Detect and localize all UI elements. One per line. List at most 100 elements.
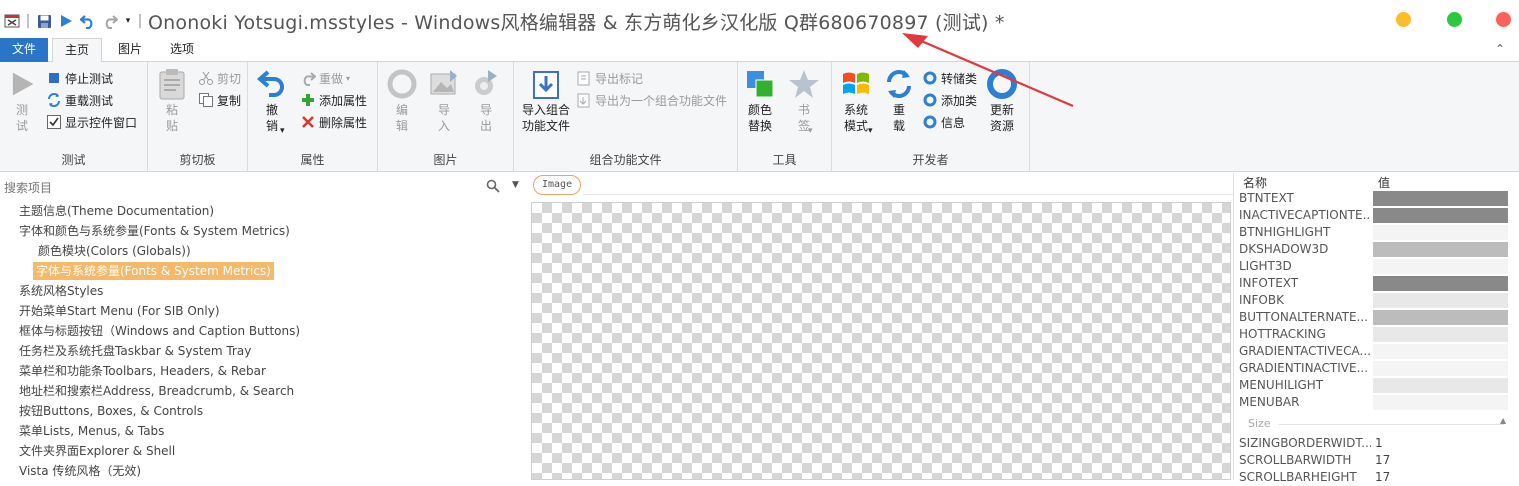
chevron-down-icon[interactable]: ▾ <box>808 126 813 136</box>
color-swatch[interactable] <box>1373 259 1508 274</box>
cut-button[interactable]: 剪切 <box>198 68 241 88</box>
reload-test-button[interactable]: 重载测试 <box>46 90 113 110</box>
import-aggregate-button[interactable]: 导入组合 功能文件 <box>518 68 574 134</box>
maximize-button[interactable] <box>1447 12 1462 27</box>
color-replace-button[interactable]: 颜色 替换 <box>742 68 778 134</box>
tab-options[interactable]: 选项 <box>160 38 204 62</box>
color-swatch[interactable] <box>1373 344 1508 359</box>
aggregate-group: 导入组合 功能文件 导出标记 导出为一个组合功能文件 组合功能文件 <box>514 62 738 172</box>
copy-button[interactable]: 复制 <box>198 90 241 110</box>
tab-file[interactable]: 文件 <box>0 38 48 62</box>
color-swatch[interactable] <box>1373 208 1508 223</box>
column-header-name[interactable]: 名称 <box>1243 174 1267 191</box>
test-button[interactable]: 测 试 <box>8 68 36 134</box>
dump-classes-button[interactable]: 转储类 <box>922 68 977 88</box>
tree-item[interactable]: 按钮Buttons, Boxes, & Controls <box>16 402 206 420</box>
transparent-image-canvas[interactable] <box>531 202 1231 480</box>
property-row[interactable]: LIGHT3D <box>1234 258 1510 275</box>
color-swatch[interactable] <box>1373 378 1508 393</box>
property-grid: 名称 值 BTNTEXT INACTIVECAPTIONTE... BTNHIG… <box>1233 173 1519 484</box>
property-row[interactable]: SIZINGBORDERWIDT... 1 <box>1234 435 1510 452</box>
separator: | <box>137 13 143 29</box>
color-swatch[interactable] <box>1373 310 1508 325</box>
tree-item-selected[interactable]: 字体与系统参量(Fonts & System Metrics) <box>33 262 274 280</box>
color-swatch[interactable] <box>1373 395 1508 410</box>
chevron-down-icon[interactable]: ▾ <box>280 126 285 136</box>
property-row[interactable]: INACTIVECAPTIONTE... <box>1234 207 1510 224</box>
color-swatch[interactable] <box>1373 191 1508 206</box>
import-image-button[interactable]: 导 入 <box>428 68 460 134</box>
color-swatch[interactable] <box>1373 361 1508 376</box>
redo-icon[interactable] <box>102 12 118 30</box>
property-row[interactable]: GRADIENTACTIVECA... <box>1234 343 1510 360</box>
property-row[interactable]: MENUBAR <box>1234 394 1510 411</box>
update-resources-button[interactable]: 更新 资源 <box>984 68 1020 134</box>
tree-item[interactable]: 主题信息(Theme Documentation) <box>16 202 217 220</box>
property-row[interactable]: GRADIENTINACTIVE... <box>1234 360 1510 377</box>
bookmark-button[interactable]: 书 签 <box>786 68 822 134</box>
export-as-aggregate-button[interactable]: 导出为一个组合功能文件 <box>576 90 727 110</box>
color-swatch[interactable] <box>1373 242 1508 257</box>
paste-button[interactable]: 粘 贴 <box>156 68 188 134</box>
tree-item[interactable]: 菜单栏和功能条Toolbars, Headers, & Rebar <box>16 362 269 380</box>
save-icon[interactable] <box>36 12 52 30</box>
chevron-down-icon[interactable]: ▾ <box>868 126 873 136</box>
property-row[interactable]: BTNTEXT <box>1234 190 1510 207</box>
undo-button[interactable]: 撤 销 <box>256 68 288 134</box>
tree-item[interactable]: 文件夹界面Explorer & Shell <box>16 442 178 460</box>
show-controls-window-checkbox[interactable]: 显示控件窗口 <box>46 112 137 132</box>
property-row[interactable]: DKSHADOW3D <box>1234 241 1510 258</box>
color-swatch[interactable] <box>1373 293 1508 308</box>
tree-item[interactable]: 任务栏及系统托盘Taskbar & System Tray <box>16 342 254 360</box>
tab-home[interactable]: 主页 <box>52 38 102 63</box>
color-swatch[interactable] <box>1373 276 1508 291</box>
delete-property-button[interactable]: 删除属性 <box>300 112 367 132</box>
undo-icon[interactable] <box>80 12 96 30</box>
separator: | <box>25 13 31 29</box>
reload-button[interactable]: 重 载 <box>884 68 914 134</box>
vertical-scrollbar[interactable] <box>1509 173 1519 480</box>
play-icon[interactable] <box>58 12 74 30</box>
minimize-button[interactable] <box>1396 12 1411 27</box>
tree-item[interactable]: 地址栏和搜索栏Address, Breadcrumb, & Search <box>16 382 297 400</box>
property-row[interactable]: MENUHILIGHT <box>1234 377 1510 394</box>
property-row[interactable]: INFOTEXT <box>1234 275 1510 292</box>
redo-button[interactable]: 重做 ▾ <box>300 68 350 88</box>
property-row[interactable]: SCROLLBARWIDTH 17 <box>1234 452 1510 469</box>
tree-item[interactable]: 颜色模块(Colors (Globals)) <box>35 242 194 260</box>
tree-item[interactable]: Vista 传统风格（无效) <box>16 462 144 480</box>
close-button[interactable] <box>1496 12 1511 27</box>
tree-item[interactable]: 系统风格Styles <box>16 282 106 300</box>
edit-ring-icon <box>387 69 417 99</box>
tree-item[interactable]: 框体与标题按钮（Windows and Caption Buttons) <box>16 322 303 340</box>
tree-item[interactable]: 菜单Lists, Menus, & Tabs <box>16 422 167 440</box>
property-row[interactable]: HOTTRACKING <box>1234 326 1510 343</box>
export-marked-button[interactable]: 导出标记 <box>576 68 643 88</box>
collapse-section-icon[interactable]: ▲ <box>1500 416 1506 425</box>
tree-item[interactable]: 开始菜单Start Menu (For SIB Only) <box>16 302 223 320</box>
add-property-button[interactable]: 添加属性 <box>300 90 367 110</box>
property-row[interactable]: SCROLLBARHEIGHT 17 <box>1234 469 1510 486</box>
tree-item[interactable]: 字体和颜色与系统参量(Fonts & System Metrics) <box>16 222 293 240</box>
app-icon[interactable] <box>4 12 20 30</box>
export-image-button[interactable]: 导 出 <box>470 68 502 134</box>
property-row[interactable]: BUTTONALTERNATE... <box>1234 309 1510 326</box>
property-row[interactable]: BTNHIGHLIGHT <box>1234 224 1510 241</box>
info-button[interactable]: 信息 <box>922 112 965 132</box>
export-aggregate-icon <box>576 92 592 108</box>
chevron-down-icon[interactable]: ▼ <box>512 180 519 190</box>
column-header-value[interactable]: 值 <box>1378 174 1390 191</box>
search-icon[interactable] <box>486 179 500 193</box>
property-row[interactable]: INFOBK <box>1234 292 1510 309</box>
color-swatch[interactable] <box>1373 327 1508 342</box>
color-swatch[interactable] <box>1373 225 1508 240</box>
stop-test-button[interactable]: 停止测试 <box>46 68 113 88</box>
search-input[interactable] <box>4 179 474 197</box>
customize-icon[interactable]: ▾ <box>122 12 134 30</box>
image-property-chip[interactable]: Image <box>533 175 582 195</box>
edit-image-button[interactable]: 编 辑 <box>386 68 418 134</box>
tab-image[interactable]: 图片 <box>108 38 152 62</box>
add-class-button[interactable]: 添加类 <box>922 90 977 110</box>
system-mode-button[interactable]: 系统 模式 <box>836 68 876 134</box>
collapse-ribbon-icon[interactable]: ⌃ <box>1495 42 1505 56</box>
